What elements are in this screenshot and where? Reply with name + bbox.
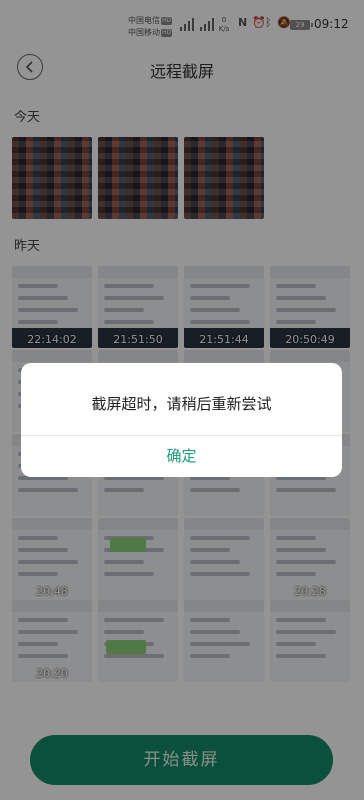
- timeout-dialog: 截屏超时，请稍后重新尝试 确定: [21, 363, 342, 477]
- dialog-message: 截屏超时，请稍后重新尝试: [91, 395, 272, 413]
- confirm-button[interactable]: 确定: [21, 436, 342, 477]
